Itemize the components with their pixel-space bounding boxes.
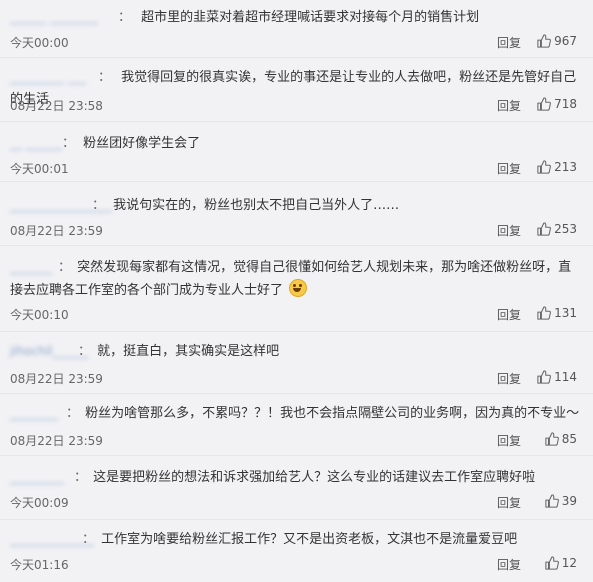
comment-text: ______________： 工作室为啥要给粉丝汇报工作？又不是出资老板，文淇…	[10, 528, 581, 551]
comment-text: _________： 这是要把粉丝的想法和诉求强加给艺人？这么专业的话建议去工作…	[10, 466, 581, 489]
reply-button[interactable]: 回复	[497, 34, 521, 51]
like-count: 12	[561, 556, 577, 570]
comment-time: 今天00:10	[10, 308, 69, 322]
comment-item: ______ ________： 超市里的韭菜对着超市经理喊话要求对接每个月的销…	[0, 0, 593, 58]
comment-time: 08月22日 23:59	[10, 224, 103, 238]
comment-username[interactable]: _________________	[10, 194, 112, 216]
comment-body: 这是要把粉丝的想法和诉求强加给艺人？这么专业的话建议去工作室应聘好啦	[93, 470, 536, 485]
thumbs-up-icon	[545, 494, 559, 508]
comment-item: jihochil______： 就，挺直白，其实确实是这样吧 08月22日 23…	[0, 332, 593, 394]
thumbs-up-icon	[537, 160, 552, 174]
comment-item: _________ ___： 我觉得回复的很真实诶，专业的事还是让专业的人去做吧…	[0, 58, 593, 122]
comment-time: 今天00:09	[10, 496, 69, 510]
thumbs-up-icon	[537, 97, 552, 111]
comment-username[interactable]: ________	[10, 402, 66, 424]
thumbs-up-icon	[537, 34, 552, 48]
thumbs-up-icon	[537, 306, 552, 320]
comment-item: __ ______： 粉丝团好像学生会了 今天00:01 回复 213	[0, 122, 593, 182]
like-button[interactable]: 967	[537, 34, 577, 48]
comment-username[interactable]: ______ ________	[10, 6, 118, 28]
grinning-emoji-icon	[289, 279, 308, 297]
comment-text: __ ______： 粉丝团好像学生会了	[10, 132, 581, 155]
like-count: 718	[554, 97, 577, 111]
thumbs-up-icon	[545, 556, 559, 570]
like-count: 39	[561, 494, 577, 508]
comment-username[interactable]: jihochil______	[10, 340, 89, 362]
comment-body: 工作室为啥要给粉丝汇报工作？又不是出资老板，文淇也不是流量爱豆吧	[101, 532, 518, 547]
like-button[interactable]: 213	[537, 160, 577, 174]
comment-body: 我说句实在的，粉丝也别太不把自己当外人了……	[113, 198, 400, 213]
reply-button[interactable]: 回复	[497, 556, 521, 573]
like-count: 131	[554, 306, 577, 320]
reply-button[interactable]: 回复	[497, 494, 521, 511]
thumbs-up-icon	[545, 432, 559, 446]
comment-body: 粉丝为啥管那么多，不累吗？？！我也不会指点隔壁公司的业务啊，因为真的不专业～	[85, 406, 580, 421]
thumbs-up-icon	[537, 222, 552, 236]
like-button[interactable]: 131	[537, 306, 577, 320]
comment-text: jihochil______： 就，挺直白，其实确实是这样吧	[10, 340, 581, 363]
like-button[interactable]: 114	[537, 370, 577, 384]
comment-list: ______ ________： 超市里的韭菜对着超市经理喊话要求对接每个月的销…	[0, 0, 593, 582]
comment-text: _________________： 我说句实在的，粉丝也别太不把自己当外人了……	[10, 194, 581, 217]
comment-body: 粉丝团好像学生会了	[83, 136, 201, 151]
comment-time: 今天01:16	[10, 558, 69, 572]
comment-text: ________： 粉丝为啥管那么多，不累吗？？！我也不会指点隔壁公司的业务啊，…	[10, 402, 581, 425]
reply-button[interactable]: 回复	[497, 97, 521, 114]
reply-button[interactable]: 回复	[497, 432, 521, 449]
like-button[interactable]: 85	[545, 432, 577, 446]
comment-item: _________________： 我说句实在的，粉丝也别太不把自己当外人了……	[0, 182, 593, 246]
comment-item: _______： 突然发现每家都有这情况，觉得自己很懂如何给艺人规划未来，那为啥…	[0, 246, 593, 332]
reply-button[interactable]: 回复	[497, 306, 521, 323]
comment-item: ________： 粉丝为啥管那么多，不累吗？？！我也不会指点隔壁公司的业务啊，…	[0, 394, 593, 456]
comment-username[interactable]: __ ______	[10, 132, 62, 154]
comment-item: _________： 这是要把粉丝的想法和诉求强加给艺人？这么专业的话建议去工作…	[0, 456, 593, 520]
reply-button[interactable]: 回复	[497, 370, 521, 387]
comment-body: 就，挺直白，其实确实是这样吧	[97, 344, 280, 359]
comment-username[interactable]: _______	[10, 256, 58, 278]
like-count: 213	[554, 160, 577, 174]
like-button[interactable]: 12	[545, 556, 577, 570]
comment-item: ______________： 工作室为啥要给粉丝汇报工作？又不是出资老板，文淇…	[0, 520, 593, 582]
comment-time: 08月22日 23:59	[10, 372, 103, 386]
like-count: 85	[561, 432, 577, 446]
comment-body: 超市里的韭菜对着超市经理喊话要求对接每个月的销售计划	[141, 10, 480, 25]
thumbs-up-icon	[537, 370, 552, 384]
comment-time: 今天00:00	[10, 36, 69, 50]
comment-username[interactable]: _________	[10, 466, 74, 488]
like-button[interactable]: 39	[545, 494, 577, 508]
comment-username[interactable]: _________ ___	[10, 66, 98, 88]
like-count: 114	[554, 370, 577, 384]
like-button[interactable]: 253	[537, 222, 577, 236]
reply-button[interactable]: 回复	[497, 222, 521, 239]
comment-text: _______： 突然发现每家都有这情况，觉得自己很懂如何给艺人规划未来，那为啥…	[10, 256, 581, 302]
like-button[interactable]: 718	[537, 97, 577, 111]
comment-time: 今天00:01	[10, 162, 69, 176]
comment-time: 08月22日 23:58	[10, 99, 103, 113]
reply-button[interactable]: 回复	[497, 160, 521, 177]
comment-time: 08月22日 23:59	[10, 434, 103, 448]
comment-username[interactable]: ______________	[10, 528, 94, 550]
like-count: 967	[554, 34, 577, 48]
comment-text: ______ ________： 超市里的韭菜对着超市经理喊话要求对接每个月的销…	[10, 6, 581, 29]
like-count: 253	[554, 222, 577, 236]
